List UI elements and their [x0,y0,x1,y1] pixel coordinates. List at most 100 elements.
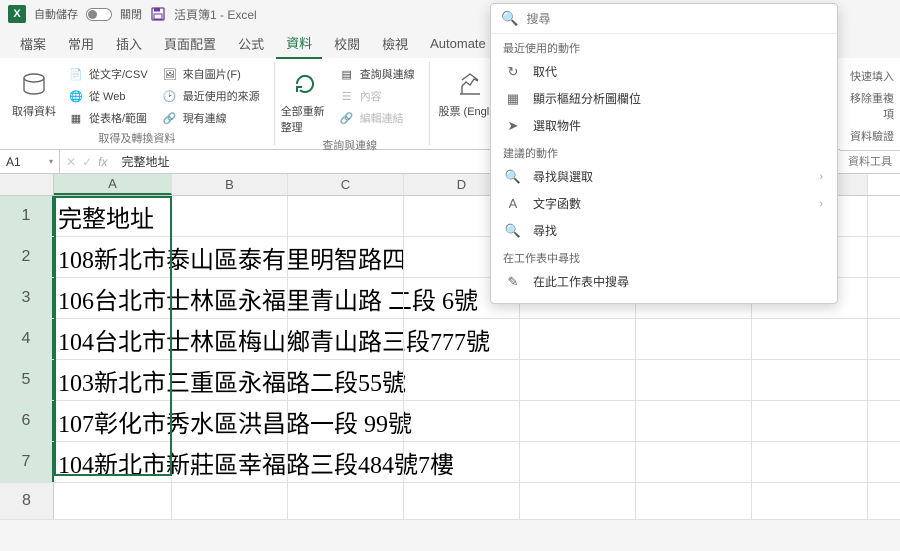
cell[interactable] [752,360,868,400]
data-validation-button[interactable]: 資料驗證 [844,125,896,147]
cell[interactable] [404,401,520,441]
cell[interactable] [172,196,288,236]
select-all-corner[interactable] [0,174,54,195]
existing-conn-label: 現有連線 [183,110,227,126]
name-box-dropdown-icon[interactable]: ▾ [49,157,53,166]
search-item[interactable]: ↻取代 [491,58,837,85]
cell[interactable]: 104台北市士林區梅山鄉青山路三段777號 [54,319,172,359]
cell[interactable]: 104新北市新莊區幸福路三段484號7樓 [54,442,172,482]
cell[interactable] [636,319,752,359]
refresh-all-button[interactable]: 全部重新整理 [281,64,329,135]
from-picture-button[interactable]: 🖼來自圖片(F) [158,64,264,84]
cell[interactable] [520,319,636,359]
cell[interactable]: 103新北市三重區永福路二段55號 [54,360,172,400]
data-tools-label: 資料工具 [844,147,896,172]
edit-links-label: 編輯連結 [360,110,404,126]
col-header-b[interactable]: B [172,174,288,195]
cell[interactable] [404,360,520,400]
cell[interactable] [172,442,288,482]
cell[interactable] [752,442,868,482]
cell[interactable] [752,483,868,519]
cell[interactable] [172,319,288,359]
from-web-button[interactable]: 🌐從 Web [64,86,152,106]
cell[interactable] [520,483,636,519]
autosave-toggle[interactable] [86,8,112,21]
cell[interactable] [636,483,752,519]
cell[interactable]: 完整地址 [54,196,172,236]
properties-button[interactable]: ☰內容 [335,86,419,106]
tab-home[interactable]: 常用 [58,29,104,58]
cell[interactable] [172,278,288,318]
suggested-actions-header: 建議的動作 [491,139,837,163]
cell[interactable] [172,401,288,441]
col-header-c[interactable]: C [288,174,404,195]
cell[interactable] [288,319,404,359]
search-item[interactable]: 🔍尋找與選取› [491,163,837,190]
remove-dup-button[interactable]: 移除重複項 [844,87,896,125]
tab-layout[interactable]: 頁面配置 [154,29,226,58]
col-header-a[interactable]: A [54,174,172,195]
cell[interactable] [172,237,288,277]
flash-fill-button[interactable]: 快速填入 [844,65,896,87]
search-item[interactable]: 🔍尋找 [491,217,837,244]
row-header[interactable]: 8 [0,483,54,519]
tab-formulas[interactable]: 公式 [228,29,274,58]
name-box[interactable]: A1 ▾ [0,150,60,173]
row-header[interactable]: 6 [0,401,54,441]
table-row: 4104台北市士林區梅山鄉青山路三段777號 [0,319,900,360]
cell[interactable] [172,360,288,400]
from-table-button[interactable]: ▦從表格/範圍 [64,108,152,128]
row-header[interactable]: 3 [0,278,54,318]
row-header[interactable]: 1 [0,196,54,236]
existing-conn-button[interactable]: 🔗現有連線 [158,108,264,128]
search-item[interactable]: ▦顯示樞紐分析圖欄位 [491,85,837,112]
tab-review[interactable]: 校閱 [324,29,370,58]
cell[interactable] [288,278,404,318]
row-header[interactable]: 7 [0,442,54,482]
row-header[interactable]: 5 [0,360,54,400]
cell[interactable] [172,483,288,519]
cell[interactable] [54,483,172,519]
cell[interactable] [288,360,404,400]
cell[interactable] [404,319,520,359]
search-item[interactable]: ➤選取物件 [491,112,837,139]
edit-links-button[interactable]: 🔗編輯連結 [335,108,419,128]
cell[interactable] [520,360,636,400]
cell[interactable]: 107彰化市秀水區洪昌路一段 99號 [54,401,172,441]
cell[interactable] [288,483,404,519]
cell[interactable] [404,442,520,482]
recent-sources-button[interactable]: 🕑最近使用的來源 [158,86,264,106]
row-header[interactable]: 2 [0,237,54,277]
tab-data[interactable]: 資料 [276,28,322,59]
cell[interactable] [288,237,404,277]
queries-conn-button[interactable]: ▤查詢與連線 [335,64,419,84]
from-text-csv-button[interactable]: 📄從文字/CSV [64,64,152,84]
tab-file[interactable]: 檔案 [10,29,56,58]
cell[interactable] [288,196,404,236]
tab-view[interactable]: 檢視 [372,29,418,58]
cell[interactable] [636,401,752,441]
fx-icon[interactable]: fx [98,155,107,169]
cell[interactable] [520,442,636,482]
get-data-button[interactable]: 取得資料 [10,64,58,128]
cell[interactable] [404,483,520,519]
cell[interactable]: 106台北市士林區永福里青山路 二段 6號 [54,278,172,318]
cell[interactable] [752,401,868,441]
search-item[interactable]: A文字函數› [491,190,837,217]
cell[interactable] [636,442,752,482]
row-header[interactable]: 4 [0,319,54,359]
search-input[interactable] [526,12,827,26]
cell[interactable] [636,360,752,400]
properties-label: 內容 [360,88,382,104]
save-icon[interactable] [150,6,166,22]
tab-automate[interactable]: Automate [420,31,496,56]
cell[interactable] [288,442,404,482]
cell[interactable] [288,401,404,441]
cell[interactable]: 108新北市泰山區泰有里明智路四 [54,237,172,277]
search-item[interactable]: ✎在此工作表中搜尋 [491,268,837,295]
tab-insert[interactable]: 插入 [106,29,152,58]
cell[interactable] [752,319,868,359]
from-picture-label: 來自圖片(F) [183,66,241,82]
autosave-off-label: 關閉 [120,6,142,22]
cell[interactable] [520,401,636,441]
